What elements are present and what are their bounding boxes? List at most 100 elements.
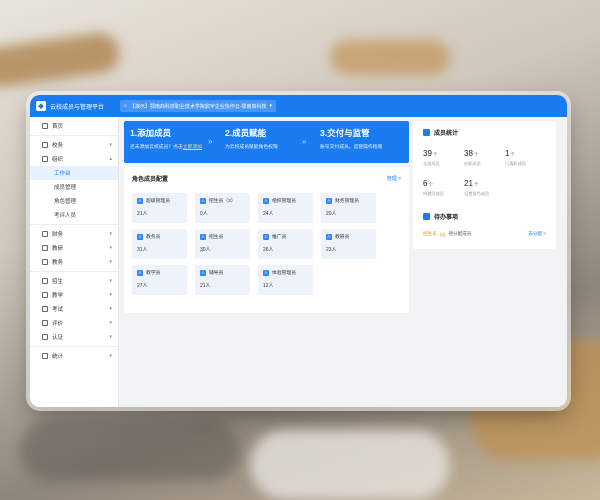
sidebar-item-evaluators[interactable]: 考评人员: [30, 208, 118, 222]
role-count: 21人: [137, 211, 148, 217]
divider: [30, 135, 118, 136]
role-card[interactable]: 人辅导员 21人: [195, 265, 250, 295]
sidebar-item-workbench[interactable]: 工作台: [30, 166, 118, 180]
card-title: 成员统计: [434, 130, 459, 137]
role-card[interactable]: 人教研员 23人: [321, 229, 376, 259]
assign-link[interactable]: 去分配 >: [528, 231, 546, 237]
role-card[interactable]: 人招生员（2） 0人: [195, 193, 250, 223]
add-now-link[interactable]: 立即添加: [183, 145, 202, 150]
app-logo[interactable]: ◆ 云校成员与管理平台: [36, 101, 114, 111]
stat-label: 待激活成员: [423, 191, 444, 196]
sidebar-item-role-management[interactable]: 角色管理: [30, 194, 118, 208]
role-name: 超级管理员: [146, 199, 170, 204]
sidebar-item-label: 认证: [52, 335, 64, 341]
role-icon: 人: [137, 197, 143, 204]
school-icon: [42, 142, 48, 148]
sidebar-item-label: 财务: [52, 232, 64, 238]
stat-item[interactable]: 1个 已离职成员: [505, 149, 546, 167]
sidebar: 首页 校务 ▾ 组织 ▴ 工作台 成员管理 角色管理 考评人员 财务 ▾ 教研 ▾ …: [30, 117, 119, 407]
role-count: 24人: [263, 211, 274, 217]
chevron-down-icon: ▾: [109, 292, 112, 298]
role-count: 30人: [200, 247, 211, 253]
sidebar-item-finance[interactable]: 财务 ▾: [30, 227, 118, 241]
stat-unit: 个: [510, 152, 515, 157]
enrollment-icon: [42, 278, 48, 284]
sidebar-item-exam[interactable]: 考试 ▾: [30, 302, 118, 316]
role-count: 12人: [263, 283, 274, 289]
sidebar-item-research[interactable]: 教研 ▾: [30, 241, 118, 255]
sidebar-item-member-management[interactable]: 成员管理: [30, 180, 118, 194]
role-icon: 人: [263, 197, 269, 204]
todo-count: (2): [439, 231, 446, 237]
role-icon: 人: [263, 269, 269, 276]
stat-item[interactable]: 38个 在职成员: [464, 149, 505, 167]
stat-item[interactable]: 39个 全部成员: [423, 149, 464, 167]
sidebar-item-home[interactable]: 首页: [30, 119, 118, 133]
sidebar-item-evaluation[interactable]: 评价 ▾: [30, 316, 118, 330]
org-select[interactable]: ⌕ 【演示】鄂南商科技职业技术学院鼎宇企业协作云-鄂南商科技 ▾: [120, 100, 276, 112]
stat-value: 39: [423, 149, 432, 158]
step-desc: 账号交付成员，监管操作指南: [320, 145, 383, 150]
role-count: 21人: [200, 283, 211, 289]
role-name: 招生员（2）: [209, 199, 236, 204]
chevron-up-icon: ▴: [109, 156, 112, 162]
right-panel: 成员统计 39个 全部成员 38个 在职成员 1个 已离职成员 6个 待激活成员 21个 设置角色…: [413, 121, 556, 249]
step-empower: 2.成员赋能 为云校成员赋能角色权限: [219, 121, 314, 163]
divider: [30, 271, 118, 272]
role-icon: 人: [137, 269, 143, 276]
member-stats-card: 成员统计 39个 全部成员 38个 在职成员 1个 已离职成员 6个 待激活成员 21个 设置角色…: [413, 121, 556, 249]
sidebar-item-statistics[interactable]: 统计 ▾: [30, 349, 118, 363]
role-card[interactable]: 人教务员 31人: [132, 229, 187, 259]
role-name: 教学员: [146, 271, 161, 276]
sidebar-item-label: 评价: [52, 321, 64, 327]
stat-item[interactable]: 6个 待激活成员: [423, 179, 464, 197]
step-add-members: 1.添加成员 还未添加云校成员？点击立即添加: [124, 121, 219, 163]
role-count: 20人: [326, 211, 337, 217]
role-card[interactable]: 人教学员 27人: [132, 265, 187, 295]
chevron-down-icon: ▾: [109, 245, 112, 251]
role-card[interactable]: 人招生员 30人: [195, 229, 250, 259]
certification-icon: [42, 334, 48, 340]
chevron-down-icon: ▾: [109, 320, 112, 326]
divider: [30, 346, 118, 347]
academic-icon: [42, 259, 48, 265]
app-window: ◆ 云校成员与管理平台 ⌕ 【演示】鄂南商科技职业技术学院鼎宇企业协作云-鄂南商…: [30, 95, 567, 407]
sidebar-item-label: 统计: [52, 354, 64, 360]
sidebar-item-label: 教学: [52, 293, 64, 299]
top-bar: ◆ 云校成员与管理平台 ⌕ 【演示】鄂南商科技职业技术学院鼎宇企业协作云-鄂南商…: [30, 95, 567, 117]
role-card[interactable]: 人财务管理员 20人: [321, 193, 376, 223]
app-title: 云校成员与管理平台: [50, 104, 105, 111]
chevron-down-icon: ▾: [109, 334, 112, 340]
role-card[interactable]: 人推广员 26人: [258, 229, 313, 259]
role-name: 组织管理员: [272, 199, 296, 204]
logo-icon: ◆: [36, 101, 46, 111]
finance-icon: [42, 231, 48, 237]
research-icon: [42, 245, 48, 251]
sidebar-item-label: 教研: [52, 246, 64, 252]
role-card[interactable]: 人组织管理员 24人: [258, 193, 313, 223]
sidebar-item-academic[interactable]: 教务 ▾: [30, 255, 118, 269]
stat-item[interactable]: 21个 设置角色成员: [464, 179, 505, 197]
search-icon: ⌕: [124, 103, 127, 109]
todo-icon: [423, 212, 430, 220]
role-card[interactable]: 人体验管理员 12人: [258, 265, 313, 295]
role-name: 体验管理员: [272, 271, 296, 276]
onboarding-banner: 1.添加成员 还未添加云校成员？点击立即添加 » 2.成员赋能 为云校成员赋能角…: [124, 121, 409, 163]
sidebar-item-teaching[interactable]: 教学 ▾: [30, 288, 118, 302]
evaluation-icon: [42, 320, 48, 326]
sidebar-item-enrollment[interactable]: 招生 ▾: [30, 274, 118, 288]
stat-unit: 个: [432, 152, 438, 157]
todo-item: 招生员 (2) 待分配成员 去分配 >: [423, 227, 546, 241]
sidebar-item-school-affairs[interactable]: 校务 ▾: [30, 138, 118, 152]
role-name: 辅导员: [209, 271, 224, 276]
role-name: 教务员: [146, 235, 161, 240]
divider: [30, 224, 118, 225]
sidebar-item-certification[interactable]: 认证 ▾: [30, 330, 118, 344]
role-count: 23人: [326, 247, 337, 253]
role-icon: 人: [200, 269, 206, 276]
step-desc: 还未添加云校成员？点击立即添加: [130, 145, 202, 150]
role-name: 推广员: [272, 235, 287, 240]
manage-link[interactable]: 管理 >: [387, 175, 401, 182]
sidebar-item-organization[interactable]: 组织 ▴: [30, 152, 118, 166]
role-card[interactable]: 人超级管理员 21人: [132, 193, 187, 223]
